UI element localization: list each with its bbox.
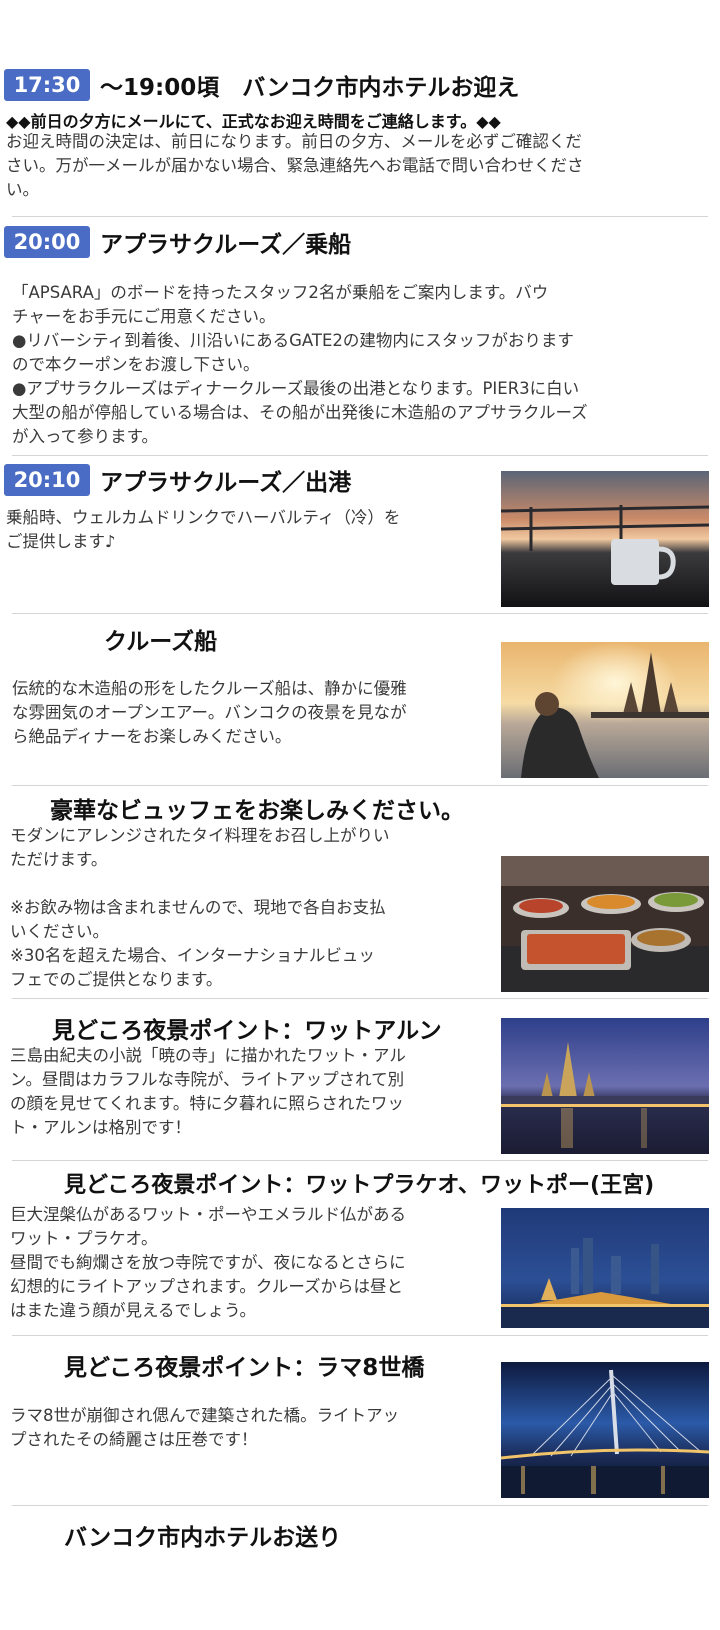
section-title: アプラサクルーズ／出港 — [100, 470, 352, 496]
divider — [12, 785, 708, 786]
buffet-photo — [501, 856, 709, 992]
body-line: 大型の船が停船している場合は、その船が出発後に木造船のアプサラクルーズ — [12, 403, 588, 422]
divider — [12, 998, 708, 999]
section-body: 伝統的な木造船の形をしたクルーズ船は、静かに優雅 な雰囲気のオープンエアー。バン… — [12, 677, 492, 749]
rama8-bridge-photo — [501, 1362, 709, 1498]
divider — [12, 1505, 708, 1506]
body-line: ワット・プラケオ。 — [10, 1229, 158, 1248]
body-line: フェでのご提供となります。 — [10, 970, 223, 989]
body-line: ※お飲み物は含まれませんので、現地で各自お支払 — [10, 898, 386, 917]
body-line: ご提供します♪ — [6, 532, 116, 551]
body-line: 三島由紀夫の小説「暁の寺」に描かれたワット・アル — [10, 1046, 406, 1065]
body-line: ●リバーシティ到着後、川沿いにあるGATE2の建物内にスタッフがおります — [12, 331, 574, 350]
body-line: ●アプサラクルーズはディナークルーズ最後の出港となります。PIER3に白い — [12, 379, 580, 398]
body-line: さい。万が一メールが届かない場合、緊急連絡先へお電話で問い合わせくださ — [6, 156, 584, 175]
body-line: ト・アルンは格別です！ — [10, 1118, 192, 1137]
section-body: 「APSARA」のボードを持ったスタッフ2名が乗船をご案内します。バウ チャーを… — [12, 281, 712, 449]
notice-text: ◆◆前日の夕方にメールにて、正式なお迎え時間をご連絡します。◆◆ — [6, 112, 501, 131]
body-line: いください。 — [10, 922, 109, 941]
section-body: お迎え時間の決定は、前日になります。前日の夕方、メールを必ずご確認くだ さい。万… — [6, 130, 706, 202]
body-line: はまた違う顔が見えるでしょう。 — [10, 1301, 257, 1320]
section-title: 豪華なビュッフェをお楽しみください。 — [50, 798, 464, 824]
cruise-ship-photo — [501, 642, 709, 778]
body-line: が入って参ります。 — [12, 427, 159, 446]
section-body: 乗船時、ウェルカムドリンクでハーバルティ（冷）を ご提供します♪ — [6, 506, 486, 554]
body-line: い。 — [6, 180, 39, 199]
body-line: 巨大涅槃仏があるワット・ポーやエメラルド仏がある — [10, 1205, 406, 1224]
section-title: バンコク市内ホテルお送り — [64, 1525, 342, 1551]
body-line: ので本クーポンをお渡し下さい。 — [12, 355, 260, 374]
body-line: ※30名を超えた場合、インターナショナルビュッ — [10, 946, 375, 965]
section-title: 見どころ夜景ポイント：ラマ8世橋 — [64, 1355, 425, 1381]
time-badge: 20:10 — [4, 464, 90, 496]
body-line: な雰囲気のオープンエアー。バンコクの夜景を見なが — [12, 703, 407, 722]
body-line: の顔を見せてくれます。特に夕暮れに照らされたワッ — [10, 1094, 404, 1113]
grand-palace-photo — [501, 1208, 709, 1328]
body-line: 昼間でも絢爛さを放つ寺院ですが、夜になるとさらに — [10, 1253, 406, 1272]
body-line: お迎え時間の決定は、前日になります。前日の夕方、メールを必ずご確認くだ — [6, 132, 582, 151]
body-line: モダンにアレンジされたタイ料理をお召し上がりい — [10, 826, 390, 845]
divider — [12, 613, 708, 614]
time-badge: 20:00 — [4, 226, 90, 258]
body-line: ら絶品ディナーをお楽しみください。 — [12, 727, 292, 746]
section-title: 見どころ夜景ポイント：ワットプラケオ、ワットポー(王宮) — [64, 1173, 655, 1198]
section-title: アプラサクルーズ／乗船 — [100, 232, 352, 258]
body-line: ただけます。 — [10, 850, 108, 869]
body-line: チャーをお手元にご用意ください。 — [12, 307, 276, 326]
time-badge: 17:30 — [4, 69, 90, 101]
section-body: ラマ8世が崩御され偲んで建築された橋。ライトアッ プされたその綺麗さは圧巻です！ — [10, 1404, 490, 1452]
welcome-drink-photo — [501, 471, 709, 607]
divider — [12, 216, 708, 217]
section-title: クルーズ船 — [104, 629, 218, 655]
body-line: 「APSARA」のボードを持ったスタッフ2名が乗船をご案内します。バウ — [12, 283, 549, 302]
section-body: モダンにアレンジされたタイ料理をお召し上がりい ただけます。 ※お飲み物は含まれ… — [10, 824, 490, 992]
section-body: 巨大涅槃仏があるワット・ポーやエメラルド仏がある ワット・プラケオ。 昼間でも絢… — [10, 1203, 490, 1323]
section-body: 三島由紀夫の小説「暁の寺」に描かれたワット・アル ン。昼間はカラフルな寺院が、ラ… — [10, 1044, 490, 1140]
divider — [12, 1160, 708, 1161]
section-title: ～19:00頃 バンコク市内ホテルお迎え — [100, 75, 520, 101]
body-line: 幻想的にライトアップされます。クルーズからは昼と — [10, 1277, 404, 1296]
divider — [12, 455, 708, 456]
body-line — [10, 872, 490, 896]
body-line: ン。昼間はカラフルな寺院が、ライトアップされて別 — [10, 1070, 405, 1089]
body-line: プされたその綺麗さは圧巻です！ — [10, 1430, 258, 1449]
body-line: 乗船時、ウェルカムドリンクでハーバルティ（冷）を — [6, 508, 401, 527]
wat-arun-photo — [501, 1018, 709, 1154]
divider — [12, 1335, 708, 1336]
body-line: ラマ8世が崩御され偲んで建築された橋。ライトアッ — [10, 1406, 400, 1425]
section-title: 見どころ夜景ポイント：ワットアルン — [52, 1018, 442, 1044]
body-line: 伝統的な木造船の形をしたクルーズ船は、静かに優雅 — [12, 679, 407, 698]
